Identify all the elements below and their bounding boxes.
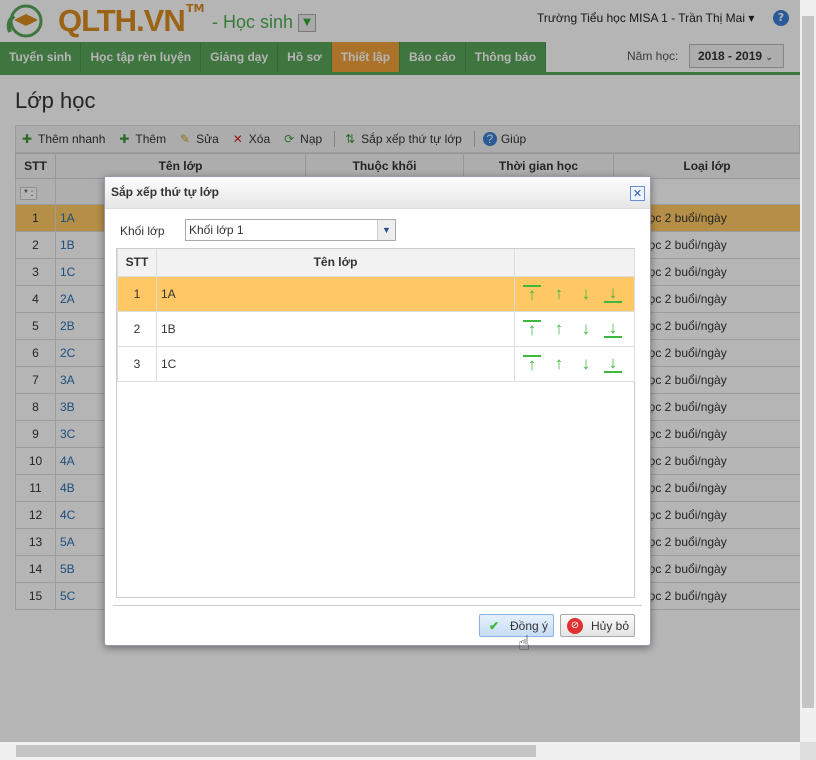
cancel-button[interactable]: ⊘ Hủy bỏ <box>560 614 635 637</box>
move-top-icon[interactable]: ↑ <box>523 284 541 303</box>
move-up-icon[interactable]: ↑ <box>550 284 568 303</box>
check-icon: ✔ <box>488 618 500 633</box>
empty-area <box>118 381 635 596</box>
sort-row[interactable]: 1 1A ↑ ↑ ↓ ↓ <box>117 275 635 312</box>
move-up-icon[interactable]: ↑ <box>550 354 568 373</box>
row-stt: 2 <box>117 310 157 347</box>
move-bottom-icon[interactable]: ↓ <box>604 319 622 338</box>
col-header-stt: STT <box>117 249 157 277</box>
move-down-icon[interactable]: ↓ <box>577 284 595 303</box>
grade-value: Khối lớp 1 <box>189 223 244 237</box>
horizontal-scrollbar[interactable] <box>0 742 800 760</box>
row-name: 1B <box>156 310 515 347</box>
row-name: 1C <box>156 345 515 382</box>
move-bottom-icon[interactable]: ↓ <box>604 284 622 303</box>
move-bottom-icon[interactable]: ↓ <box>604 354 622 373</box>
scroll-thumb[interactable] <box>16 745 536 757</box>
scroll-thumb[interactable] <box>802 16 814 708</box>
label: Hủy bỏ <box>591 618 630 633</box>
scrollbar-corner <box>800 742 816 760</box>
sort-row[interactable]: 2 1B ↑ ↑ ↓ ↓ <box>117 310 635 347</box>
move-top-icon[interactable]: ↑ <box>523 354 541 373</box>
grade-select[interactable]: Khối lớp 1 ▼ <box>185 219 396 241</box>
col-header-actions <box>514 249 635 277</box>
col-header-name: Tên lớp <box>156 249 515 277</box>
vertical-scrollbar[interactable] <box>800 0 816 742</box>
move-top-icon[interactable]: ↑ <box>523 319 541 338</box>
hand-cursor-icon: ☝ <box>518 631 531 655</box>
row-stt: 3 <box>117 345 157 382</box>
sort-grid: STT Tên lớp 1 1A ↑ ↑ ↓ ↓ 2 1B ↑ ↑ ↓ ↓ 3 1C ↑ ↑ ↓ ↓ <box>116 248 635 598</box>
chevron-down-icon[interactable]: ▼ <box>377 220 395 240</box>
close-icon[interactable]: ✕ <box>630 186 645 201</box>
sort-order-dialog: Sắp xếp thứ tự lớp ✕ Khối lớp Khối lớp 1… <box>104 176 651 646</box>
row-name: 1A <box>156 275 515 312</box>
sort-row[interactable]: 3 1C ↑ ↑ ↓ ↓ <box>117 345 635 382</box>
row-stt: 1 <box>117 275 157 312</box>
move-down-icon[interactable]: ↓ <box>577 319 595 338</box>
move-up-icon[interactable]: ↑ <box>550 319 568 338</box>
grade-label: Khối lớp <box>120 224 165 238</box>
dialog-title: Sắp xếp thứ tự lớp <box>105 177 650 209</box>
cancel-icon: ⊘ <box>567 617 583 634</box>
footer-divider <box>113 605 642 606</box>
ok-button[interactable]: ✔ Đồng ý <box>479 614 554 637</box>
move-down-icon[interactable]: ↓ <box>577 354 595 373</box>
